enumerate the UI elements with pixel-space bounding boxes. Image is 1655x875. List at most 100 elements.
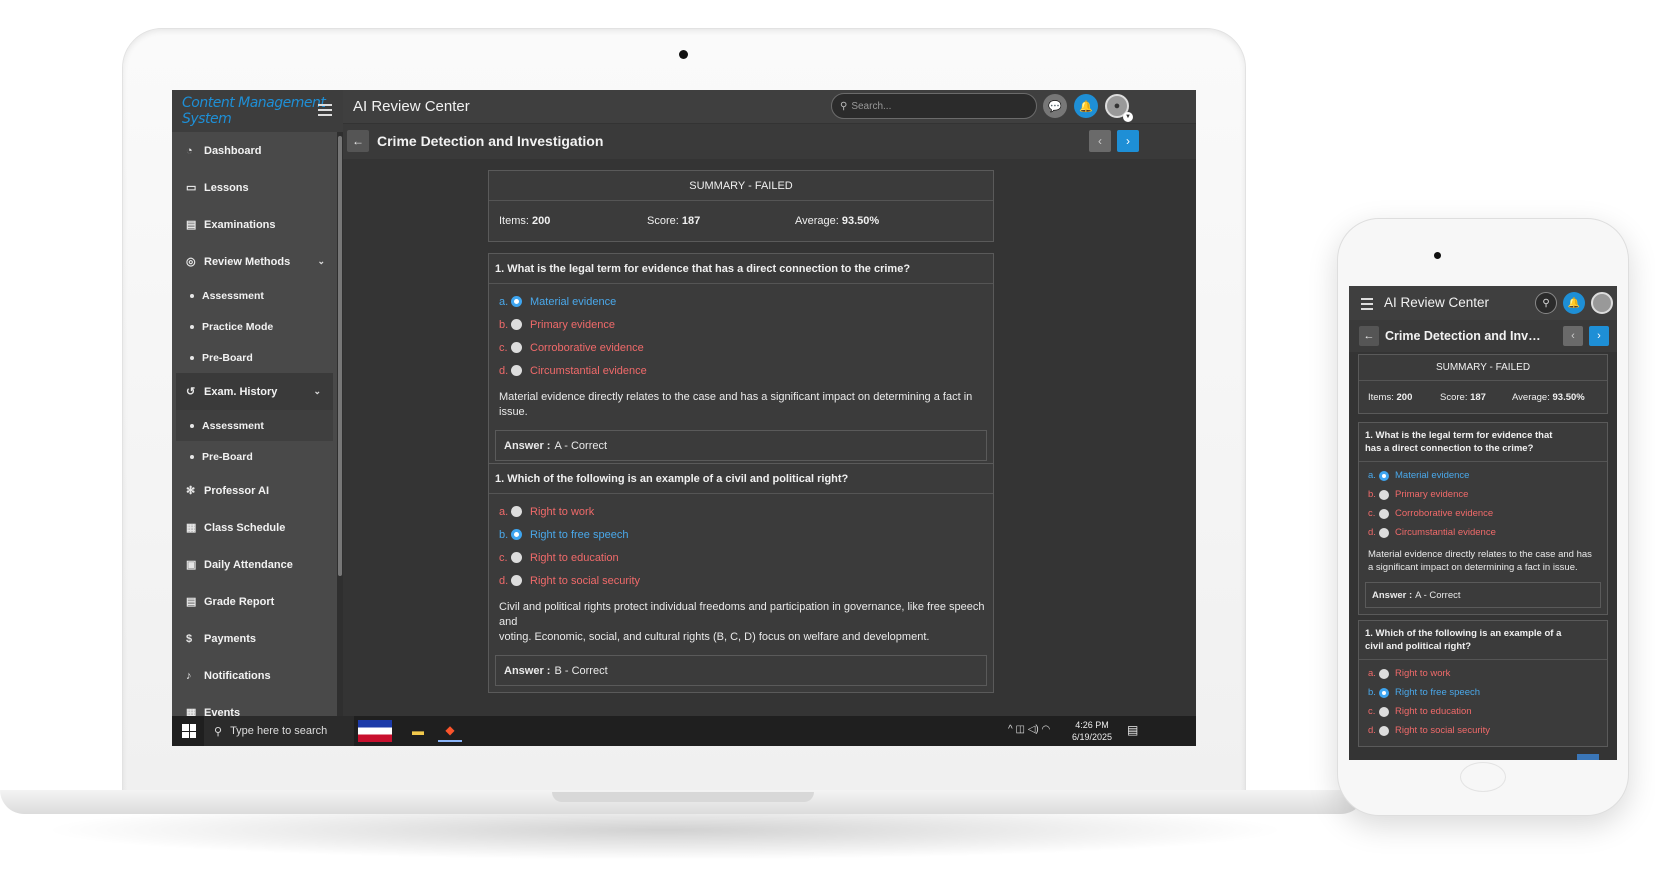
search-input[interactable] [851,100,1022,112]
explanation-text: Material evidence directly relates to th… [1368,549,1592,573]
sidebar-item-label: Grade Report [204,595,275,608]
action-center-icon[interactable]: ▤ [1127,723,1138,737]
page-title: Crime Detection and Investigation [377,133,604,149]
answer-box: Answer : B - Correct [495,655,987,686]
sidebar-item-payments[interactable]: $ Payments [172,620,337,657]
chat-icon[interactable]: 💬 [1043,94,1067,118]
chevron-down-icon[interactable]: ▼ [1123,112,1133,122]
question-text: 1. Which of the following is an example … [489,464,993,494]
sidebar-subitem-assessment[interactable]: Assessment [172,280,337,311]
menu-toggle-icon[interactable] [318,104,332,116]
chevron-left-icon: ‹ [1571,330,1575,342]
check-circle-icon: ◎ [186,256,196,268]
flag-widget-icon[interactable] [358,720,392,742]
notification-bell-icon[interactable]: 🔔 [1563,292,1585,314]
bullet-icon [190,423,194,428]
brave-browser-icon[interactable]: ◆ [438,720,462,742]
sidebar-item-label: Payments [204,632,256,645]
system-tray[interactable]: ^ ◫ ◁) ◠ [1008,724,1050,735]
dashboard-icon: ◔ [186,144,193,157]
option-c[interactable]: c. Right to education [499,546,987,569]
option-d[interactable]: d. Right to social security [1368,721,1601,740]
sidebar-item-label: Class Schedule [204,521,286,534]
sidebar-item-grade-report[interactable]: ▤ Grade Report [172,583,337,620]
summary-card: SUMMARY - FAILED Items: 200 Score: 187 A… [488,170,994,242]
option-d[interactable]: d. Right to social security [499,569,987,592]
sidebar-subitem-pre-board[interactable]: Pre-Board [172,342,337,373]
sidebar-item-exam-history[interactable]: ↺ Exam. History ⌄ [176,373,333,410]
taskbar-search[interactable]: ⚲ [204,716,354,746]
phone-camera [1434,252,1441,259]
option-c[interactable]: c. Right to education [1368,702,1601,721]
previous-button[interactable]: ‹ [1563,326,1583,346]
option-b[interactable]: b. Primary evidence [1368,485,1601,504]
question-text: 1. Which of the following is an example … [1359,621,1607,660]
sidebar-item-label: Notifications [204,669,271,682]
bullet-icon [190,454,194,459]
sidebar-scrollbar-thumb[interactable] [338,136,342,576]
sidebar-item-lessons[interactable]: ▭ Lessons [172,169,337,206]
sidebar-item-dashboard[interactable]: ◔ Dashboard [172,132,337,169]
search-icon: ⚲ [214,725,223,738]
sidebar-item-label: Review Methods [204,255,291,268]
option-b[interactable]: b. Right to free speech [1368,683,1601,702]
sidebar-item-examinations[interactable]: ▤ Examinations [172,206,337,243]
summary-heading: SUMMARY - FAILED [1359,355,1607,381]
back-button[interactable]: ← [347,130,369,152]
sidebar-item-notifications[interactable]: ♪ Notifications [172,657,337,694]
option-b[interactable]: b. Right to free speech [499,523,987,546]
sidebar-item-label: Dashboard [204,144,262,157]
radio-icon [511,365,522,376]
sidebar-item-daily-attendance[interactable]: ▣ Daily Attendance [172,546,337,583]
sidebar-subitem-practice-mode[interactable]: Practice Mode [172,311,337,342]
option-d[interactable]: d. Circumstantial evidence [499,359,987,382]
option-c[interactable]: c. Corroborative evidence [1368,504,1601,523]
option-a[interactable]: a. Material evidence [1368,466,1601,485]
option-c[interactable]: c. Corroborative evidence [499,336,987,359]
next-button[interactable]: › [1117,130,1139,152]
option-a[interactable]: a. Material evidence [499,290,987,313]
radio-icon [1379,489,1389,500]
calendar-check-icon: ▣ [186,559,197,571]
radio-selected-icon [511,529,522,540]
question-card: 1. What is the legal term for evidence t… [1358,422,1608,615]
search-box[interactable]: ⚲ [831,93,1037,119]
sidebar-subitem-label: Practice Mode [202,320,274,333]
back-button[interactable]: ← [1359,326,1379,346]
sidebar-item-label: Professor AI [204,484,270,497]
radio-selected-icon [1379,687,1389,698]
option-d[interactable]: d. Circumstantial evidence [1368,523,1601,542]
scroll-to-top-button[interactable]: ︿ [1577,754,1599,760]
taskbar-search-input[interactable] [230,725,341,737]
sidebar-item-professor-ai[interactable]: ✻ Professor AI [172,472,337,509]
sidebar-subitem-history-assessment[interactable]: Assessment [176,410,333,441]
search-icon[interactable]: ⚲ [1535,292,1557,314]
sidebar-item-label: Examinations [204,218,276,231]
taskbar-clock[interactable]: 4:26 PM 6/19/2025 [1072,719,1112,743]
file-explorer-icon[interactable]: ▬ [406,720,430,742]
option-a[interactable]: a. Right to work [1368,664,1601,683]
sidebar-item-review-methods[interactable]: ◎ Review Methods ⌄ [172,243,337,280]
radio-icon [511,575,522,586]
avatar[interactable] [1591,292,1613,314]
sidebar-subitem-label: Pre-Board [202,351,253,364]
summary-average: Average: 93.50% [795,215,880,227]
menu-toggle-icon[interactable] [1361,298,1373,313]
laptop-camera [679,50,688,59]
option-b[interactable]: b. Primary evidence [499,313,987,336]
radio-selected-icon [1379,470,1389,481]
windows-start-icon[interactable] [182,724,196,738]
sidebar-item-label: Daily Attendance [204,558,293,571]
option-a[interactable]: a. Right to work [499,500,987,523]
explanation-text: Material evidence directly relates to th… [499,391,973,418]
chevron-up-icon: ^ [1008,724,1013,735]
question-body: a. Right to work b. Right to free speech… [489,494,993,692]
previous-button[interactable]: ‹ [1089,130,1111,152]
calendar-icon: ▦ [186,522,197,534]
summary-items: Items: 200 [499,215,551,227]
notification-bell-icon[interactable]: 🔔 [1074,94,1098,118]
next-button[interactable]: › [1589,326,1609,346]
sidebar-subitem-history-pre-board[interactable]: Pre-Board [172,441,337,472]
radio-icon [1379,527,1389,538]
sidebar-item-class-schedule[interactable]: ▦ Class Schedule [172,509,337,546]
